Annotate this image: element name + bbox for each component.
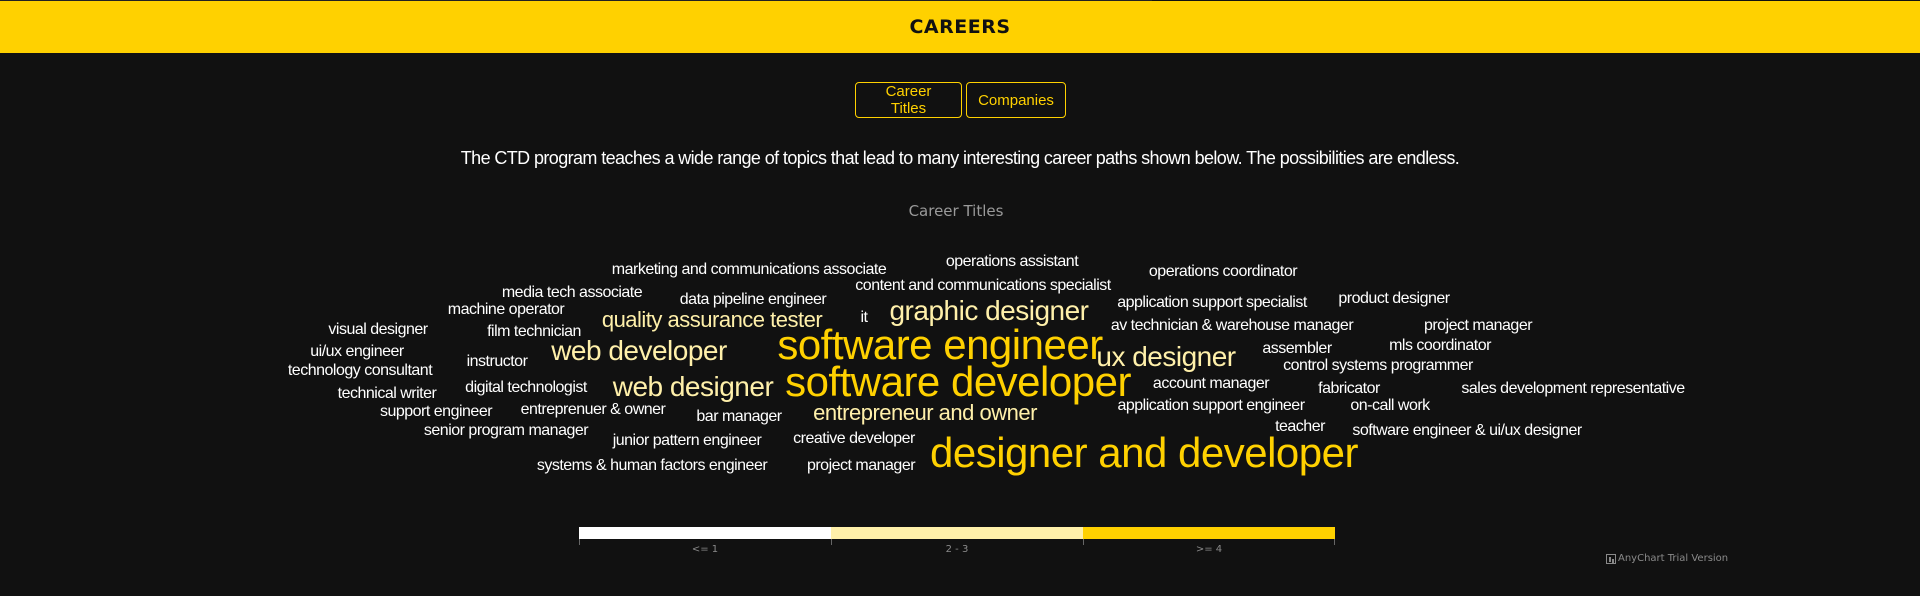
cloud-word[interactable]: digital technologist <box>465 380 587 396</box>
legend-label-mid: 2 - 3 <box>945 544 969 555</box>
cloud-word[interactable]: graphic designer <box>889 297 1089 325</box>
cloud-word[interactable]: film technician <box>487 324 581 340</box>
legend-swatch-mid <box>831 527 1083 539</box>
cloud-word[interactable]: operations assistant <box>946 254 1079 270</box>
cloud-word[interactable]: data pipeline engineer <box>680 292 827 308</box>
cloud-word[interactable]: software engineer <box>777 324 1103 366</box>
legend-swatch-high <box>1083 527 1335 539</box>
credit-text: AnyChart Trial Version <box>1618 553 1729 564</box>
cloud-word[interactable]: quality assurance tester <box>602 309 823 331</box>
cloud-word[interactable]: entreprenuer & owner <box>521 402 666 418</box>
cloud-word[interactable]: designer and developer <box>930 432 1359 474</box>
cloud-word[interactable]: machine operator <box>448 302 565 318</box>
cloud-word[interactable]: content and communications specialist <box>855 278 1111 294</box>
cloud-word[interactable]: technology consultant <box>288 363 433 379</box>
cloud-word[interactable]: junior pattern engineer <box>613 433 762 449</box>
cloud-word[interactable]: assembler <box>1262 341 1332 357</box>
cloud-word[interactable]: web designer <box>613 373 774 401</box>
cloud-word[interactable]: ui/ux engineer <box>310 344 404 360</box>
cloud-word[interactable]: mls coordinator <box>1389 338 1491 354</box>
cloud-word[interactable]: sales development representative <box>1461 381 1685 397</box>
cloud-word[interactable]: on-call work <box>1350 398 1430 414</box>
cloud-word[interactable]: web developer <box>551 337 727 365</box>
legend-swatch-low <box>579 527 831 539</box>
legend-label-low: <= 1 <box>691 544 719 555</box>
cloud-word[interactable]: instructor <box>467 354 528 370</box>
chart-credit[interactable]: AnyChart Trial Version <box>1606 553 1728 564</box>
cloud-word[interactable]: it <box>861 310 869 326</box>
cloud-word[interactable]: av technician & warehouse manager <box>1111 318 1354 334</box>
chart-icon <box>1606 553 1616 564</box>
cloud-word[interactable]: technical writer <box>338 386 437 402</box>
cloud-word[interactable]: fabricator <box>1318 381 1380 397</box>
cloud-word[interactable]: entrepreneur and owner <box>813 402 1037 424</box>
color-range-legend <box>579 527 1335 539</box>
cloud-word[interactable]: control systems programmer <box>1283 358 1473 374</box>
cloud-word[interactable]: systems & human factors engineer <box>537 458 768 474</box>
legend-label-high: >= 4 <box>1195 544 1223 555</box>
cloud-word[interactable]: software engineer & ui/ux designer <box>1352 423 1582 439</box>
cloud-word[interactable]: ux designer <box>1096 343 1236 371</box>
cloud-word[interactable]: application support specialist <box>1117 295 1307 311</box>
cloud-word[interactable]: support engineer <box>380 404 493 420</box>
cloud-word[interactable]: bar manager <box>696 409 782 425</box>
cloud-word[interactable]: teacher <box>1275 419 1325 435</box>
cloud-word[interactable]: creative developer <box>793 431 915 447</box>
tag-cloud: designer and developer software developer… <box>0 0 1920 596</box>
cloud-word[interactable]: application support engineer <box>1117 398 1305 414</box>
cloud-word[interactable]: project manager <box>1424 318 1533 334</box>
legend-labels: <= 1 2 - 3 >= 4 <box>579 544 1335 555</box>
cloud-word[interactable]: marketing and communications associate <box>612 262 887 278</box>
cloud-word[interactable]: product designer <box>1338 291 1450 307</box>
cloud-word[interactable]: media tech associate <box>502 285 643 301</box>
cloud-word[interactable]: account manager <box>1153 376 1270 392</box>
cloud-word[interactable]: operations coordinator <box>1149 264 1298 280</box>
cloud-word[interactable]: senior program manager <box>424 423 589 439</box>
cloud-word[interactable]: visual designer <box>328 322 428 338</box>
cloud-word[interactable]: project manager <box>807 458 916 474</box>
